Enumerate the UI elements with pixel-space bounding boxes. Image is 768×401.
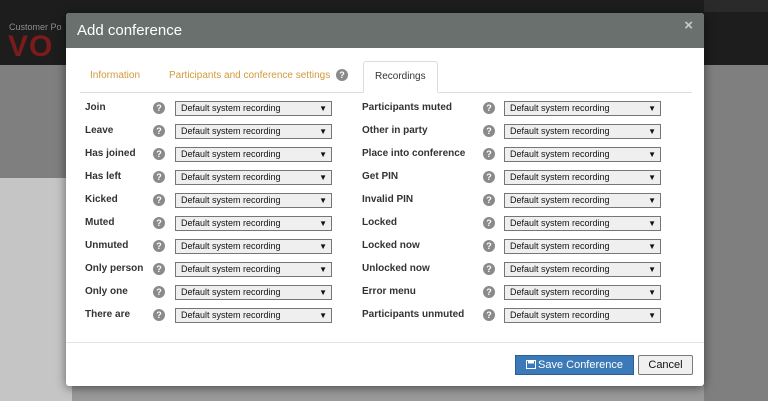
recording-select[interactable]: Default system recording ▼ [504,170,661,185]
save-button-label: Save Conference [538,359,623,371]
tab-participants-settings[interactable]: Participants and conference settings ? [169,61,348,91]
dialog-title: Add conference [77,22,183,39]
help-icon[interactable]: ? [483,102,495,114]
select-value: Default system recording [510,310,610,320]
dropdown-arrow-icon: ▼ [648,150,656,159]
recording-row: Locked? Default system recording ▼ [80,216,692,232]
close-icon[interactable]: × [684,17,693,34]
recording-row: Participants muted? Default system record… [80,101,692,117]
recording-select[interactable]: Default system recording ▼ [504,285,661,300]
dropdown-arrow-icon: ▼ [648,242,656,251]
tab-label: Participants and conference settings [169,70,331,81]
recording-label: Error menu [362,286,416,297]
recording-row: Get PIN? Default system recording ▼ [80,170,692,186]
dropdown-arrow-icon: ▼ [648,219,656,228]
select-value: Default system recording [510,172,610,182]
help-icon[interactable]: ? [483,309,495,321]
select-value: Default system recording [510,195,610,205]
tab-information[interactable]: Information [90,61,140,91]
dialog-tabs: Information Participants and conference … [80,61,692,93]
help-icon[interactable]: ? [483,194,495,206]
dropdown-arrow-icon: ▼ [648,127,656,136]
app-bottom-panel [72,386,704,401]
tab-recordings[interactable]: Recordings [363,61,438,93]
recording-label: Place into conference [362,148,466,159]
recording-row: Place into conference? Default system rec… [80,147,692,163]
recording-select[interactable]: Default system recording ▼ [504,308,661,323]
recording-label: Unlocked now [362,263,430,274]
help-icon[interactable]: ? [483,263,495,275]
recording-label: Participants unmuted [362,309,465,320]
recording-row: Invalid PIN? Default system recording ▼ [80,193,692,209]
app-brand-logo: VO [8,30,54,63]
recording-select[interactable]: Default system recording ▼ [504,239,661,254]
recording-select[interactable]: Default system recording ▼ [504,262,661,277]
recording-row: Error menu? Default system recording ▼ [80,285,692,301]
recording-row: Other in party? Default system recording ▼ [80,124,692,140]
dropdown-arrow-icon: ▼ [648,104,656,113]
dropdown-arrow-icon: ▼ [648,196,656,205]
select-value: Default system recording [510,149,610,159]
dropdown-arrow-icon: ▼ [648,288,656,297]
dropdown-arrow-icon: ▼ [648,173,656,182]
dialog-header: Add conference × [66,13,704,48]
help-icon[interactable]: ? [483,286,495,298]
save-conference-button[interactable]: Save Conference [515,355,634,375]
recording-label: Get PIN [362,171,399,182]
recording-select[interactable]: Default system recording ▼ [504,124,661,139]
recording-label: Locked now [362,240,420,251]
recording-row: Locked now? Default system recording ▼ [80,239,692,255]
recording-select[interactable]: Default system recording ▼ [504,147,661,162]
add-conference-dialog: Add conference × Information Participant… [66,13,704,386]
tab-label: Recordings [375,71,426,82]
select-value: Default system recording [510,287,610,297]
recording-label: Participants muted [362,102,453,113]
help-icon[interactable]: ? [483,217,495,229]
app-side-panel [0,178,72,401]
dropdown-arrow-icon: ▼ [648,265,656,274]
help-icon[interactable]: ? [483,171,495,183]
tab-label: Information [90,70,141,81]
select-value: Default system recording [510,126,610,136]
help-icon[interactable]: ? [483,240,495,252]
recording-select[interactable]: Default system recording ▼ [504,193,661,208]
select-value: Default system recording [510,241,610,251]
recording-select[interactable]: Default system recording ▼ [504,101,661,116]
recording-label: Invalid PIN [362,194,414,205]
help-icon[interactable]: ? [336,69,348,82]
recording-label: Locked [362,217,398,228]
footer-divider [66,342,704,343]
recording-select[interactable]: Default system recording ▼ [504,216,661,231]
recording-label: Other in party [362,125,428,136]
save-icon [526,360,536,369]
help-icon[interactable]: ? [483,148,495,160]
recording-row: Participants unmuted? Default system reco… [80,308,692,324]
recording-row: Unlocked now? Default system recording ▼ [80,262,692,278]
cancel-button[interactable]: Cancel [638,355,693,375]
dropdown-arrow-icon: ▼ [648,311,656,320]
help-icon[interactable]: ? [483,125,495,137]
select-value: Default system recording [510,264,610,274]
app-top-strip [704,0,768,12]
select-value: Default system recording [510,218,610,228]
select-value: Default system recording [510,103,610,113]
